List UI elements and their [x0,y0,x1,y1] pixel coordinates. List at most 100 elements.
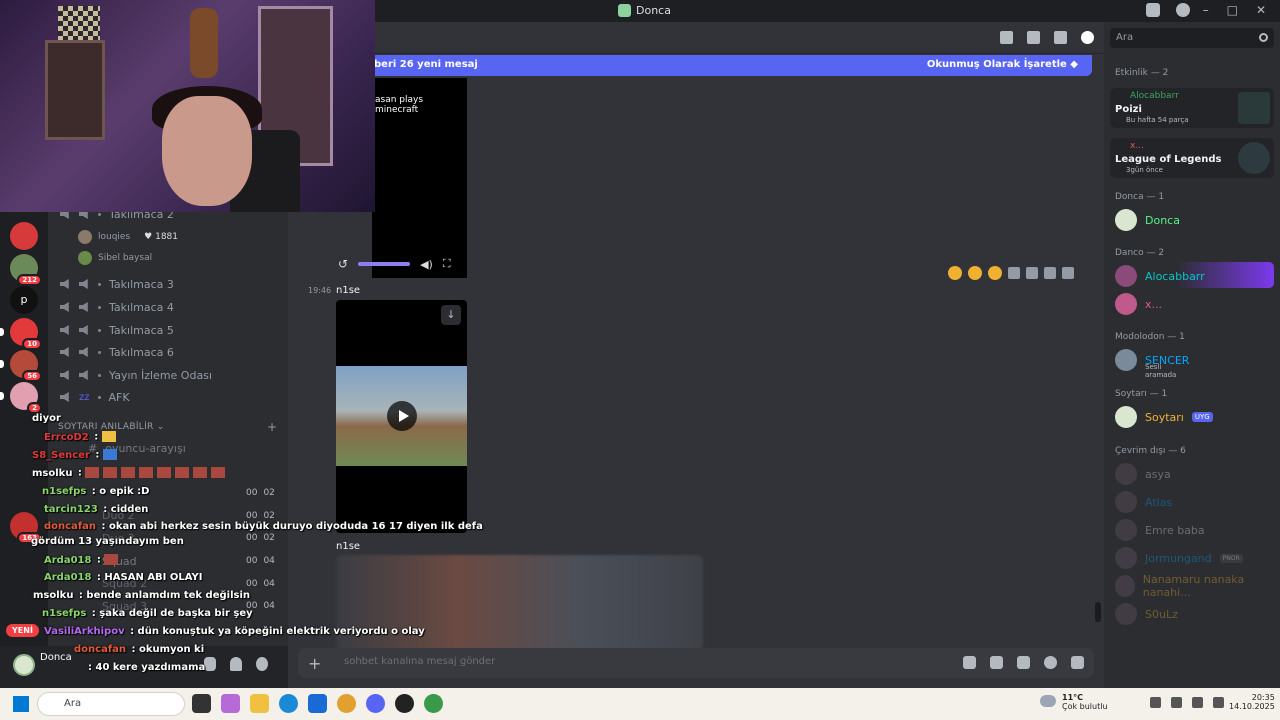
server-icon[interactable]: 212 [10,254,42,286]
member[interactable]: S0uLz [1115,602,1178,626]
help-icon[interactable] [1176,3,1190,17]
obs-icon[interactable] [395,694,414,713]
close-button[interactable]: ✕ [1256,3,1266,17]
attach-button[interactable]: + [308,654,321,673]
download-icon[interactable]: ↓ [441,305,461,325]
windows-start-icon[interactable] [13,696,29,712]
reaction-emoji-icon[interactable] [988,266,1002,280]
voice-user[interactable]: louqies ♥ 1881 [78,230,178,244]
group-header: Danco — 2 [1115,248,1165,258]
volume-slider[interactable] [358,262,411,266]
avatar [1115,575,1135,597]
member[interactable]: Donca [1115,208,1180,232]
members-icon[interactable] [1081,31,1094,44]
search-input[interactable]: Ara [1110,28,1274,48]
member[interactable]: asya [1115,462,1171,486]
add-reaction-icon[interactable] [1008,267,1020,279]
unread-pill [0,328,4,336]
member[interactable]: Atlas [1115,490,1172,514]
mark-read-button[interactable]: Okunmuş Olarak İşaretle ◆ [927,59,1078,70]
copilot-icon[interactable] [221,694,240,713]
server-icon[interactable]: 2 [10,382,42,414]
member[interactable]: Emre baba [1115,518,1205,542]
voice-channel[interactable]: Takılmaca 6 [60,342,174,362]
video-embed[interactable]: asan plays minecraft [372,78,467,278]
member[interactable]: x... [1115,292,1162,316]
volume-icon[interactable] [1213,697,1224,708]
minimize-button[interactable]: – [1203,3,1209,17]
discord-icon[interactable] [366,694,385,713]
voice-channel[interactable]: Takılmaca 4 [60,297,174,317]
gift-icon[interactable] [963,656,976,669]
fullscreen-icon[interactable]: ⛶ [443,257,451,271]
avatar [1115,349,1137,371]
wifi-icon[interactable] [1192,697,1203,708]
chevron-up-icon[interactable] [1150,697,1161,708]
voice-channel[interactable]: zz AFK [60,387,130,407]
more-icon[interactable] [1062,267,1074,279]
voice-channel[interactable]: Yayın İzleme Odası [60,365,212,385]
activity-card[interactable]: Alocabbarr Poizi Bu hafta 54 parça [1110,88,1274,128]
chat-line: tarcin123 : cidden [44,504,149,515]
reply-icon[interactable] [1026,267,1038,279]
reaction-emoji-icon[interactable] [968,266,982,280]
video-attachment[interactable]: ↓ [336,300,467,533]
video-controls: ↺ ◀) ⛶ [338,257,451,271]
file-explorer-icon[interactable] [250,694,269,713]
server-icon[interactable]: 56 [10,350,42,382]
message-input[interactable]: sohbet kanalına mesaj gönder [344,656,495,667]
streamer-face [162,96,252,206]
task-view-icon[interactable] [192,694,211,713]
maximize-button[interactable]: □ [1227,3,1238,17]
member[interactable]: SENCER Sesli aramada [1115,348,1189,379]
taskbar-search[interactable]: Ara [37,692,185,716]
inbox-icon[interactable] [1146,3,1160,17]
pin-icon[interactable] [1054,31,1067,44]
emoji-icon[interactable] [1044,656,1057,669]
microphone-icon[interactable] [204,657,216,671]
microphone-icon[interactable] [1171,697,1182,708]
chat-line: VasiliArkhipov : dün konuştuk ya köpeğin… [44,626,425,637]
member[interactable]: Nanamaru nanaka nanahi... [1115,573,1280,599]
server-icon[interactable]: p [10,286,38,314]
chrome-profile-icon[interactable] [424,694,443,713]
speaker-icon [60,325,69,335]
apps-icon[interactable] [1071,656,1084,669]
member[interactable]: Jormungand PNOR [1115,546,1243,570]
scrollbar[interactable] [1095,602,1101,622]
forward-icon[interactable] [1044,267,1056,279]
voice-user[interactable]: Sibel baysal [78,251,152,265]
store-icon[interactable] [308,694,327,713]
chrome-icon[interactable] [337,694,356,713]
member[interactable]: Alocabbarr [1115,264,1205,288]
headphones-icon[interactable] [230,657,242,671]
add-channel-button[interactable]: + [267,420,277,434]
new-messages-bar[interactable]: beri 26 yeni mesaj Okunmuş Olarak İşaret… [368,55,1092,76]
chat-line: doncafan : okan abi herkez sesin büyük d… [44,521,483,532]
server-rail: 212 p 10 56 2 163 [0,212,48,652]
member[interactable]: Soytarı UYG [1115,405,1213,429]
replay-icon[interactable]: ↺ [338,257,348,271]
settings-icon[interactable] [256,657,268,671]
server-icon[interactable]: 10 [10,318,42,350]
weather-widget[interactable]: 11°C Çok bulutlu [1040,693,1108,711]
edge-icon[interactable] [279,694,298,713]
message-author[interactable]: n1se [336,285,360,296]
message-author[interactable]: n1se [336,541,360,552]
play-icon[interactable] [387,401,417,431]
mute-icon[interactable] [1027,31,1040,44]
voice-channel[interactable]: Takılmaca 5 [60,320,174,340]
new-badge[interactable]: YENİ [6,624,39,637]
threads-icon[interactable] [1000,31,1013,44]
gif-icon[interactable] [990,656,1003,669]
activity-card[interactable]: x... League of Legends 3gün önce [1110,138,1274,178]
server-icon[interactable] [10,222,38,250]
reaction-emoji-icon[interactable] [948,266,962,280]
clock[interactable]: 20:35 14.10.2025 [1229,693,1275,711]
sticker-icon[interactable] [1017,656,1030,669]
chat-area: beri 26 yeni mesaj Okunmuş Olarak İşaret… [288,22,1104,688]
avatar[interactable] [13,654,35,676]
voice-channel[interactable]: Takılmaca 3 [60,274,174,294]
volume-icon[interactable]: ◀) [420,258,433,271]
message-composer[interactable]: + sohbet kanalına mesaj gönder [298,648,1094,678]
